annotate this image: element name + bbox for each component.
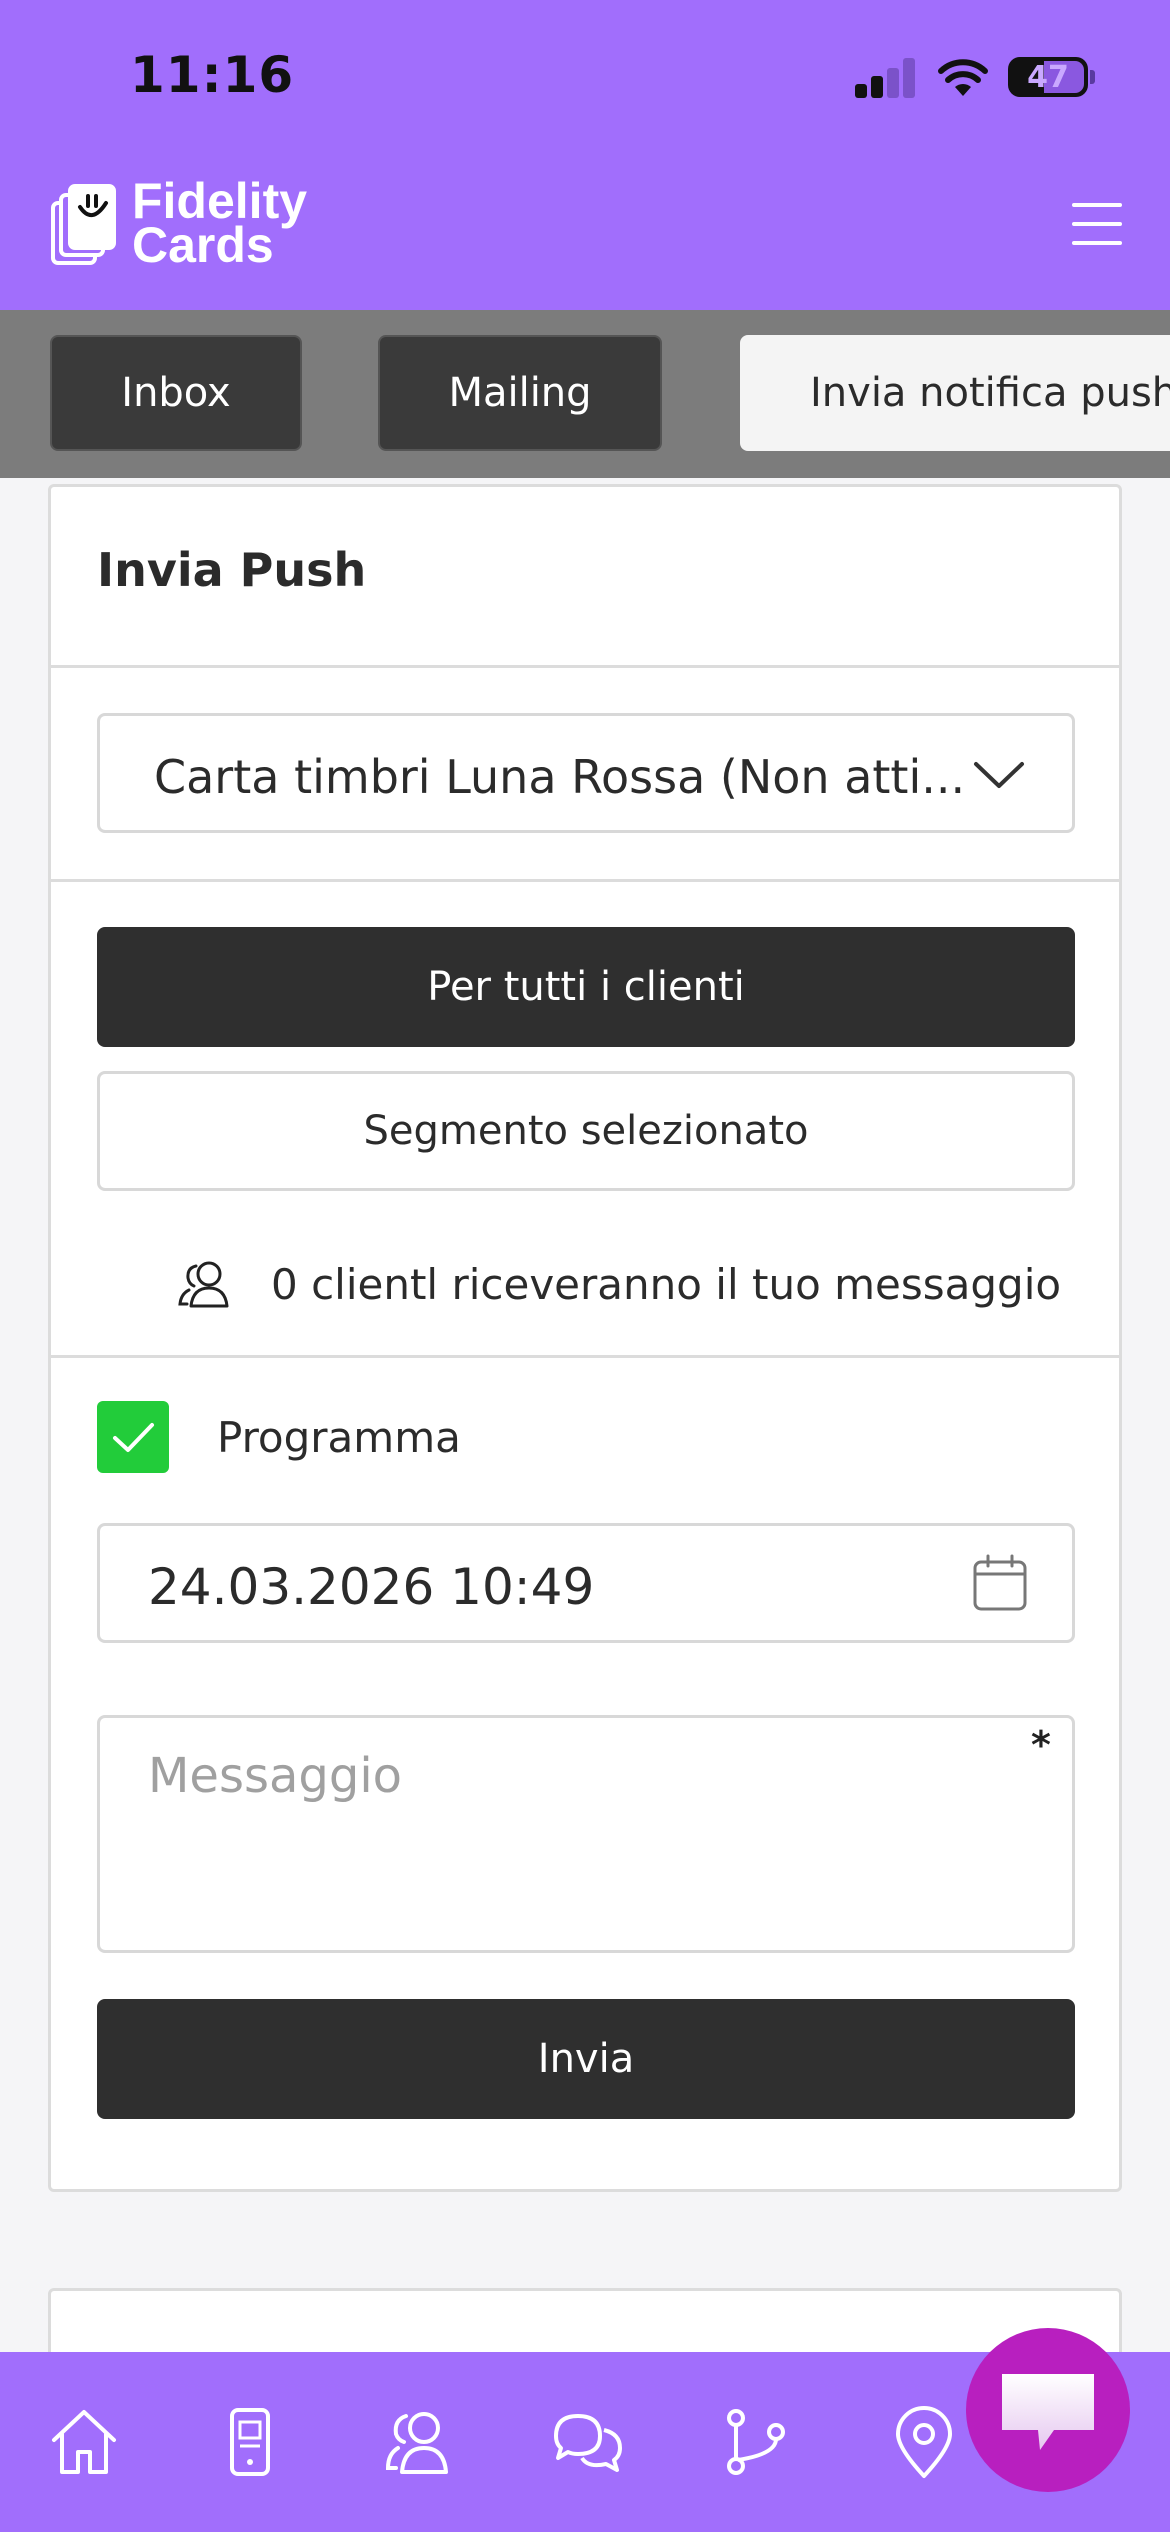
schedule-label: Programma <box>217 1413 461 1462</box>
tab-bar: Inbox Mailing Invia notifica push <box>0 310 1170 478</box>
card-title: Invia Push <box>97 543 367 597</box>
checkmark-icon <box>113 1423 154 1452</box>
divider <box>51 665 1119 668</box>
chat-icon[interactable] <box>548 2402 628 2482</box>
home-icon[interactable] <box>44 2402 124 2482</box>
app-header: Fidelity Cards <box>0 155 1170 310</box>
battery-nub <box>1090 70 1095 84</box>
logo-cards-icon <box>51 184 116 265</box>
schedule-datetime-field[interactable]: 24.03.2026 10:49 <box>97 1523 1075 1643</box>
phone-card-icon[interactable] <box>210 2402 290 2482</box>
card-select-value: Carta timbri Luna Rossa (Non atti... <box>154 750 966 804</box>
card-select[interactable]: Carta timbri Luna Rossa (Non atti... <box>97 713 1075 833</box>
recipients-count-text: 0 clientl riceveranno il tuo messaggio <box>271 1259 1062 1309</box>
schedule-datetime-value: 24.03.2026 10:49 <box>148 1558 595 1616</box>
chevron-down-icon <box>974 762 1024 788</box>
selected-segment-button[interactable]: Segmento selezionato <box>97 1071 1075 1191</box>
push-form-card: Invia Push Carta timbri Luna Rossa (Non … <box>48 484 1122 2192</box>
hamburger-menu-icon[interactable] <box>1072 201 1122 247</box>
schedule-checkbox[interactable] <box>97 1401 169 1473</box>
status-bar: 11:16 47 <box>0 0 1170 155</box>
tab-inbox[interactable]: Inbox <box>50 335 302 451</box>
battery-level: 47 <box>1027 60 1069 95</box>
message-bubble-icon <box>1002 2374 1094 2450</box>
message-input[interactable] <box>97 1715 1075 1953</box>
divider <box>51 1355 1119 1358</box>
support-chat-button[interactable] <box>966 2328 1130 2492</box>
all-customers-button[interactable]: Per tutti i clienti <box>97 927 1075 1047</box>
logo-line2: Cards <box>132 217 274 273</box>
wifi-icon <box>938 59 988 96</box>
required-asterisk: * <box>1031 1723 1051 1767</box>
divider <box>51 879 1119 882</box>
send-button[interactable]: Invia <box>97 1999 1075 2119</box>
branch-icon[interactable] <box>716 2402 796 2482</box>
location-icon[interactable] <box>884 2402 964 2482</box>
calendar-icon <box>973 1554 1027 1611</box>
logo-text: Fidelity Cards <box>132 176 307 273</box>
customers-icon[interactable] <box>380 2402 460 2482</box>
recipients-info: 0 clientl riceveranno il tuo messaggio <box>177 1249 1061 1319</box>
tab-push-notification[interactable]: Invia notifica push <box>740 335 1170 451</box>
status-time: 11:16 <box>130 46 295 104</box>
cellular-signal-icon <box>855 58 917 98</box>
users-icon <box>178 1261 229 1308</box>
battery-icon: 47 <box>1008 57 1088 97</box>
tab-mailing[interactable]: Mailing <box>378 335 662 451</box>
